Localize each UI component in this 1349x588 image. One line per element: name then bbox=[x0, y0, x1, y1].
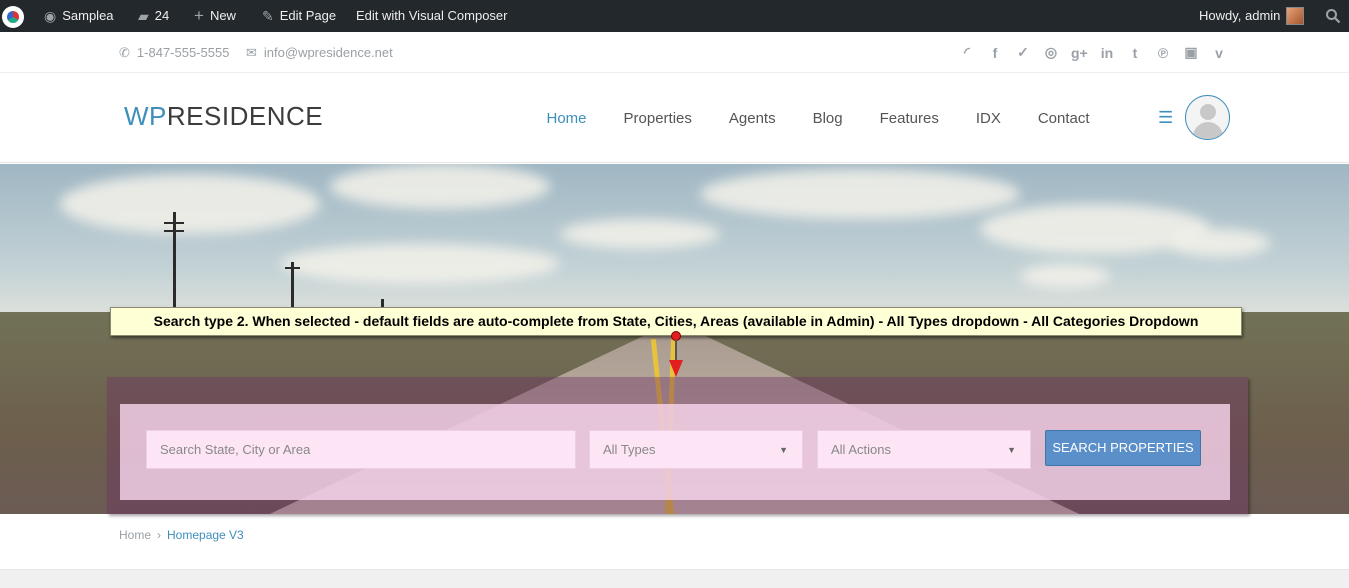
dribbble-icon[interactable]: ◎ bbox=[1043, 44, 1059, 61]
logo-wp: WP bbox=[124, 101, 167, 131]
breadcrumb: Home › Homepage V3 bbox=[119, 528, 244, 542]
types-selected-value: All Types bbox=[603, 442, 656, 457]
comment-icon: ▰ bbox=[138, 8, 149, 24]
nav-agents[interactable]: Agents bbox=[710, 110, 794, 127]
content-area-strip bbox=[0, 569, 1349, 588]
visual-composer-label: Edit with Visual Composer bbox=[356, 8, 508, 23]
search-properties-button[interactable]: SEARCH PROPERTIES bbox=[1045, 430, 1201, 466]
breadcrumb-separator: › bbox=[157, 528, 162, 542]
email-contact[interactable]: ✉ info@wpresidence.net bbox=[246, 32, 393, 73]
howdy-label: Howdy, admin bbox=[1199, 8, 1281, 23]
pinterest-icon[interactable]: ℗ bbox=[1155, 45, 1171, 61]
email-address: info@wpresidence.net bbox=[263, 45, 393, 60]
types-dropdown[interactable]: All Types ▼ bbox=[589, 430, 803, 469]
chevron-down-icon: ▼ bbox=[779, 445, 788, 455]
chevron-down-icon: ▼ bbox=[1007, 445, 1016, 455]
nav-features[interactable]: Features bbox=[861, 110, 957, 127]
annotation-arrow-icon bbox=[669, 360, 683, 377]
site-name: Samplea bbox=[62, 8, 114, 23]
twitter-icon[interactable]: ✓ bbox=[1015, 44, 1031, 61]
nav-contact[interactable]: Contact bbox=[1019, 110, 1108, 127]
edit-page-link[interactable]: ✎ Edit Page bbox=[262, 0, 336, 32]
dashboard-icon: ◉ bbox=[44, 8, 57, 24]
breadcrumb-current: Homepage V3 bbox=[167, 528, 244, 542]
youtube-icon[interactable]: ▣ bbox=[1183, 44, 1199, 61]
phone-contact[interactable]: ✆ 1-847-555-5555 bbox=[119, 32, 229, 73]
top-info-bar: ✆ 1-847-555-5555 ✉ info@wpresidence.net … bbox=[0, 32, 1349, 73]
breadcrumb-home[interactable]: Home bbox=[119, 528, 151, 542]
my-account-link[interactable]: Howdy, admin bbox=[1199, 0, 1305, 32]
admin-avatar bbox=[1286, 7, 1305, 25]
admin-search-link[interactable] bbox=[1325, 0, 1341, 32]
admin-bar: ◉ Samplea ▰ 24 + New ✎ Edit Page Edit wi… bbox=[0, 0, 1349, 32]
actions-selected-value: All Actions bbox=[831, 442, 891, 457]
site-logo[interactable]: WPRESIDENCE bbox=[124, 101, 323, 132]
google-plus-icon[interactable]: g+ bbox=[1071, 45, 1088, 61]
annotation-arrow-line bbox=[675, 340, 677, 362]
user-avatar-button[interactable] bbox=[1185, 95, 1230, 140]
site-header: WPRESIDENCE Home Properties Agents Blog … bbox=[0, 73, 1349, 163]
envelope-icon: ✉ bbox=[246, 44, 257, 60]
phone-number: 1-847-555-5555 bbox=[136, 45, 230, 60]
rss-icon[interactable]: ◜ bbox=[959, 44, 975, 61]
new-content-link[interactable]: + New bbox=[194, 0, 236, 32]
main-nav: Home Properties Agents Blog Features IDX… bbox=[528, 73, 1108, 163]
plus-icon: + bbox=[194, 6, 204, 25]
new-label: New bbox=[209, 8, 236, 23]
nav-home[interactable]: Home bbox=[528, 110, 605, 127]
nav-blog[interactable]: Blog bbox=[794, 110, 861, 127]
nav-properties[interactable]: Properties bbox=[605, 110, 710, 127]
edit-page-label: Edit Page bbox=[279, 8, 337, 23]
phone-icon: ✆ bbox=[119, 44, 130, 60]
comments-link[interactable]: ▰ 24 bbox=[138, 0, 169, 32]
wordpress-logo-icon[interactable] bbox=[2, 0, 28, 32]
hamburger-menu-icon[interactable]: ☰ bbox=[1158, 108, 1173, 128]
site-name-link[interactable]: ◉ Samplea bbox=[44, 0, 114, 32]
tumblr-icon[interactable]: t bbox=[1127, 45, 1143, 61]
comments-count: 24 bbox=[154, 8, 170, 23]
social-links: ◜ f ✓ ◎ g+ in t ℗ ▣ v bbox=[959, 32, 1227, 73]
vimeo-icon[interactable]: v bbox=[1211, 45, 1227, 61]
nav-idx[interactable]: IDX bbox=[957, 110, 1019, 127]
visual-composer-link[interactable]: Edit with Visual Composer bbox=[356, 0, 508, 32]
linkedin-icon[interactable]: in bbox=[1099, 45, 1115, 61]
logo-residence: RESIDENCE bbox=[166, 101, 324, 131]
facebook-icon[interactable]: f bbox=[987, 45, 1003, 61]
pencil-icon: ✎ bbox=[262, 8, 274, 24]
search-icon bbox=[1326, 9, 1341, 24]
actions-dropdown[interactable]: All Actions ▼ bbox=[817, 430, 1031, 469]
location-search-input[interactable]: Search State, City or Area bbox=[146, 430, 576, 469]
